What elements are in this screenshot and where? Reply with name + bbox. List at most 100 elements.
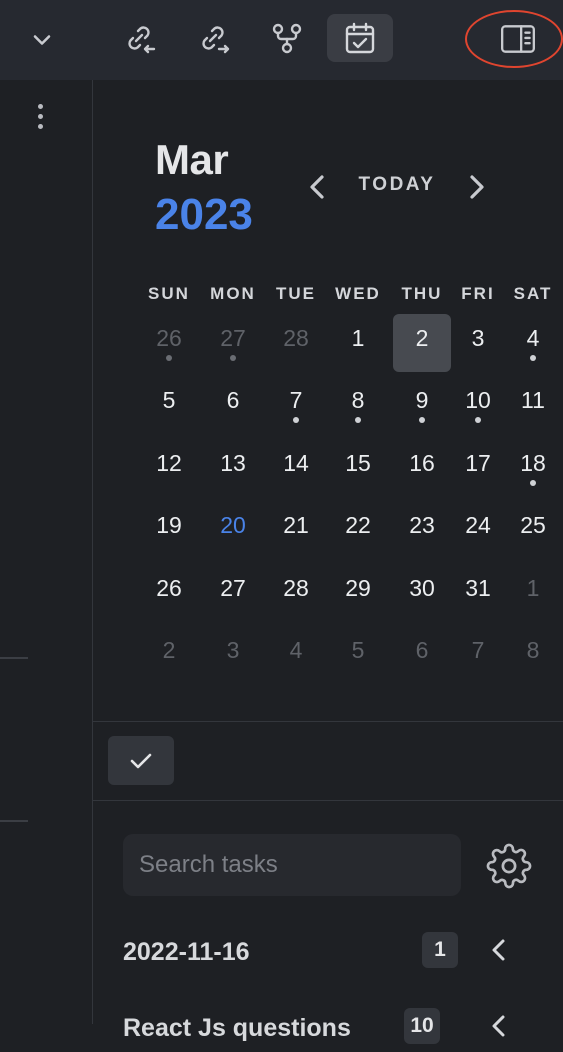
- day-number: 15: [345, 450, 371, 476]
- day-number: 7: [471, 637, 485, 663]
- section-divider: [93, 800, 563, 801]
- calendar-day[interactable]: 3: [449, 314, 507, 372]
- calendar-day[interactable]: 4: [504, 314, 562, 372]
- previous-month-button[interactable]: [300, 168, 334, 206]
- task-group-label: 2022-11-16: [123, 938, 250, 966]
- left-divider: [0, 657, 28, 659]
- collapse-button[interactable]: [20, 22, 64, 58]
- task-settings-button[interactable]: [483, 840, 535, 892]
- calendar-day[interactable]: 13: [204, 439, 262, 497]
- day-number: 4: [289, 637, 303, 663]
- calendar-day[interactable]: 27: [204, 314, 262, 372]
- top-toolbar: [0, 0, 563, 80]
- calendar-day[interactable]: 18: [504, 439, 562, 497]
- search-tasks-input[interactable]: [123, 834, 461, 896]
- weekday-label: FRI: [461, 284, 495, 303]
- day-number: 28: [283, 325, 309, 351]
- day-number: 19: [156, 512, 182, 538]
- chevron-down-icon: [33, 35, 51, 45]
- calendar-day[interactable]: 2: [140, 626, 198, 684]
- note-indicator-dot: [355, 417, 361, 423]
- calendar-day[interactable]: 28: [267, 564, 325, 622]
- weekday-label: WED: [335, 284, 381, 303]
- day-number: 21: [283, 512, 309, 538]
- calendar-day[interactable]: 1: [504, 564, 562, 622]
- calendar-day[interactable]: 6: [204, 376, 262, 434]
- calendar-day[interactable]: 21: [267, 501, 325, 559]
- calendar-day[interactable]: 1: [329, 314, 387, 372]
- today-button[interactable]: TODAY: [348, 172, 446, 198]
- task-group[interactable]: 2022-11-16 1: [123, 932, 563, 976]
- day-number: 1: [526, 575, 540, 601]
- note-indicator-dot: [530, 480, 536, 486]
- calendar-day[interactable]: 6: [393, 626, 451, 684]
- calendar-day[interactable]: 10: [449, 376, 507, 434]
- day-number: 8: [526, 637, 540, 663]
- calendar-day-today[interactable]: 20: [204, 501, 262, 559]
- calendar-button[interactable]: [327, 14, 393, 62]
- day-number: 17: [465, 450, 491, 476]
- calendar-day[interactable]: 30: [393, 564, 451, 622]
- more-options-icon[interactable]: [28, 100, 52, 132]
- day-number: 31: [465, 575, 491, 601]
- day-number: 30: [409, 575, 435, 601]
- calendar-day[interactable]: 12: [140, 439, 198, 497]
- calendar-day[interactable]: 17: [449, 439, 507, 497]
- calendar-day[interactable]: 8: [504, 626, 562, 684]
- calendar-day[interactable]: 7: [267, 376, 325, 434]
- section-divider: [93, 721, 563, 722]
- calendar-day[interactable]: 31: [449, 564, 507, 622]
- calendar-day[interactable]: 14: [267, 439, 325, 497]
- sidebar-toggle-button[interactable]: [488, 16, 548, 62]
- calendar-day[interactable]: 24: [449, 501, 507, 559]
- day-number: 28: [283, 575, 309, 601]
- weekday-label: TUE: [276, 284, 316, 303]
- task-group-count: 10: [404, 1008, 440, 1044]
- calendar-day[interactable]: 16: [393, 439, 451, 497]
- day-number: 20: [220, 512, 246, 538]
- next-month-button[interactable]: [460, 168, 494, 206]
- expand-group-button[interactable]: [485, 934, 513, 966]
- calendar-day[interactable]: 11: [504, 376, 562, 434]
- calendar-day[interactable]: 8: [329, 376, 387, 434]
- day-number: 6: [226, 387, 240, 413]
- task-group-count: 1: [422, 932, 458, 968]
- day-number: 16: [409, 450, 435, 476]
- calendar-day[interactable]: 4: [267, 626, 325, 684]
- calendar-day[interactable]: 5: [140, 376, 198, 434]
- calendar-day[interactable]: 9: [393, 376, 451, 434]
- calendar-day[interactable]: 29: [329, 564, 387, 622]
- day-number: 12: [156, 450, 182, 476]
- calendar-day[interactable]: 26: [140, 564, 198, 622]
- day-number: 11: [521, 387, 545, 413]
- outgoing-links-button[interactable]: [180, 14, 246, 62]
- task-filter-button[interactable]: [108, 736, 174, 785]
- calendar-day[interactable]: 22: [329, 501, 387, 559]
- task-group[interactable]: React Js questions 10: [123, 1008, 563, 1052]
- calendar-day[interactable]: 19: [140, 501, 198, 559]
- calendar-day[interactable]: 25: [504, 501, 562, 559]
- calendar-day[interactable]: 3: [204, 626, 262, 684]
- calendar-day[interactable]: 26: [140, 314, 198, 372]
- calendar-day[interactable]: 15: [329, 439, 387, 497]
- day-number: 5: [351, 637, 365, 663]
- day-number: 5: [162, 387, 176, 413]
- expand-group-button[interactable]: [485, 1010, 513, 1042]
- day-number: 26: [156, 575, 182, 601]
- calendar-day[interactable]: 7: [449, 626, 507, 684]
- calendar-day[interactable]: 28: [267, 314, 325, 372]
- day-number: 1: [351, 325, 365, 351]
- calendar-day[interactable]: 5: [329, 626, 387, 684]
- graph-button[interactable]: [254, 14, 320, 62]
- task-group-label: React Js questions: [123, 1014, 351, 1042]
- weekday-label: SUN: [148, 284, 190, 303]
- day-number: 23: [409, 512, 435, 538]
- pane-divider: [92, 80, 93, 1024]
- chevron-left-icon: [492, 939, 505, 961]
- calendar-day[interactable]: 27: [204, 564, 262, 622]
- left-pane: [0, 80, 92, 1024]
- calendar-day-selected[interactable]: 2: [393, 314, 451, 372]
- backlinks-button[interactable]: [106, 14, 172, 62]
- calendar-day[interactable]: 23: [393, 501, 451, 559]
- day-number: 13: [220, 450, 246, 476]
